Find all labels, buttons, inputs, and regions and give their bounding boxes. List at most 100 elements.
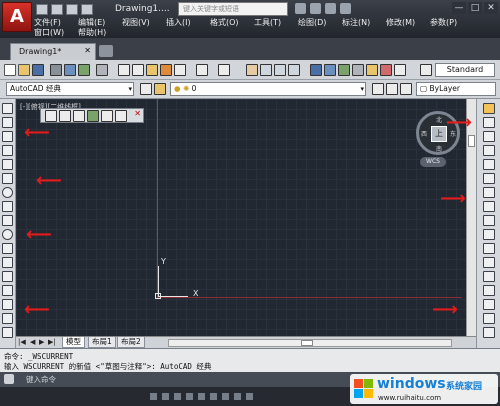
drawing-area[interactable]: [-][俯视][二维线框] ✕ Y X 上 北 南 西 东 WCS — [16, 99, 466, 336]
text-style-select[interactable]: Standard — [435, 63, 495, 77]
polygon-icon[interactable] — [2, 145, 13, 156]
polar-icon[interactable] — [186, 393, 193, 400]
insert-block-icon[interactable] — [2, 257, 13, 268]
layer-previous-icon[interactable] — [386, 83, 398, 95]
ellipse-arc-icon[interactable] — [2, 243, 13, 254]
copy-icon[interactable] — [132, 64, 144, 76]
snap-icon[interactable] — [150, 393, 157, 400]
point-icon[interactable] — [2, 285, 13, 296]
print-icon[interactable] — [50, 64, 62, 76]
stretch-icon[interactable] — [483, 215, 495, 226]
close-icon[interactable]: ✕ — [84, 46, 91, 55]
help-icon[interactable] — [340, 3, 351, 14]
polyline-icon[interactable] — [2, 131, 13, 142]
gradient-icon[interactable] — [2, 313, 13, 324]
properties-icon[interactable] — [310, 64, 322, 76]
zoom-object-icon[interactable] — [115, 110, 127, 122]
circle-icon[interactable] — [2, 187, 13, 198]
menu-parametric[interactable]: 参数(P) — [430, 17, 457, 28]
close-button[interactable]: ✕ — [484, 2, 498, 14]
scrollbar-thumb[interactable] — [468, 135, 475, 147]
menu-view[interactable]: 视图(V) — [122, 17, 150, 28]
menu-tools[interactable]: 工具(T) — [254, 17, 281, 28]
user-icon[interactable] — [310, 3, 321, 14]
zoom-in-icon[interactable] — [59, 110, 71, 122]
color-select[interactable]: ▢ ByLayer — [416, 82, 496, 96]
layer-properties-icon[interactable] — [154, 83, 166, 95]
make-current-layer-icon[interactable] — [372, 83, 384, 95]
rectangle-icon[interactable] — [2, 159, 13, 170]
chamfer-icon[interactable] — [483, 299, 495, 310]
join-icon[interactable] — [483, 285, 495, 296]
help-icon[interactable] — [394, 64, 406, 76]
new-icon[interactable] — [4, 64, 16, 76]
preview-icon[interactable] — [64, 64, 76, 76]
tab-layout1[interactable]: 布局1 — [88, 337, 116, 348]
trim-icon[interactable] — [483, 229, 495, 240]
layer-select[interactable]: ● ✺ 0 ▾ — [170, 82, 366, 96]
menu-help[interactable]: 帮助(H) — [78, 27, 106, 38]
zoom-window-icon[interactable] — [274, 64, 286, 76]
menu-draw[interactable]: 绘图(D) — [298, 17, 326, 28]
text-style-icon[interactable] — [420, 64, 432, 76]
viewcube-south[interactable]: 南 — [436, 144, 442, 153]
new-tab-button[interactable] — [99, 45, 113, 57]
ducs-icon[interactable] — [222, 393, 229, 400]
zoom-all-icon[interactable] — [87, 110, 99, 122]
lineweight-icon[interactable] — [246, 393, 253, 400]
menu-modify[interactable]: 修改(M) — [386, 17, 415, 28]
markup-icon[interactable] — [366, 64, 378, 76]
maximize-button[interactable]: □ — [468, 2, 482, 14]
design-center-icon[interactable] — [324, 64, 336, 76]
open-icon[interactable] — [18, 64, 30, 76]
zoom-realtime-icon[interactable] — [260, 64, 272, 76]
menu-dimension[interactable]: 标注(N) — [342, 17, 370, 28]
layer-state-icon[interactable] — [400, 83, 412, 95]
vertical-scrollbar[interactable] — [466, 99, 476, 336]
paste-icon[interactable] — [146, 64, 158, 76]
calculator-icon[interactable] — [380, 64, 392, 76]
search-icon[interactable] — [295, 3, 306, 14]
wcs-menu[interactable]: WCS — [420, 157, 446, 167]
command-prompt[interactable]: 键入命令 — [26, 374, 56, 385]
scrollbar-thumb[interactable] — [301, 340, 313, 346]
sheet-set-icon[interactable] — [352, 64, 364, 76]
menu-insert[interactable]: 插入(I) — [166, 17, 191, 28]
erase-icon[interactable] — [483, 103, 495, 114]
cut-icon[interactable] — [118, 64, 130, 76]
menu-window[interactable]: 窗口(W) — [34, 27, 64, 38]
last-layout-icon[interactable]: ▶| — [48, 338, 56, 346]
save-icon[interactable] — [66, 4, 78, 15]
new-file-icon[interactable] — [36, 4, 48, 15]
exchange-icon[interactable] — [325, 3, 336, 14]
extend-icon[interactable] — [483, 243, 495, 254]
wrench-icon[interactable] — [4, 374, 14, 384]
publish-icon[interactable] — [78, 64, 90, 76]
grid-icon[interactable] — [162, 393, 169, 400]
workspace-select[interactable]: AutoCAD 经典 ▾ — [6, 82, 134, 96]
minimize-button[interactable]: — — [452, 2, 466, 14]
move-icon[interactable] — [483, 173, 495, 184]
tab-model[interactable]: 模型 — [62, 337, 85, 348]
zoom-out-icon[interactable] — [73, 110, 85, 122]
match-properties-icon[interactable] — [160, 64, 172, 76]
region-icon[interactable] — [2, 327, 13, 338]
tool-palettes-icon[interactable] — [338, 64, 350, 76]
offset-icon[interactable] — [483, 145, 495, 156]
pan-icon[interactable] — [246, 64, 258, 76]
menu-format[interactable]: 格式(O) — [210, 17, 239, 28]
application-menu-button[interactable]: A — [2, 2, 32, 32]
dyn-icon[interactable] — [234, 393, 241, 400]
save-icon[interactable] — [32, 64, 44, 76]
workspace-settings-icon[interactable] — [140, 83, 152, 95]
redo-icon[interactable] — [218, 64, 230, 76]
explode-icon[interactable] — [483, 327, 495, 338]
fillet-icon[interactable] — [483, 313, 495, 324]
break-icon[interactable] — [483, 271, 495, 282]
horizontal-scrollbar[interactable] — [168, 339, 452, 347]
3d-print-icon[interactable] — [96, 64, 108, 76]
scale-icon[interactable] — [483, 201, 495, 212]
osnap-icon[interactable] — [198, 393, 205, 400]
break-at-point-icon[interactable] — [483, 257, 495, 268]
zoom-previous-icon[interactable] — [288, 64, 300, 76]
